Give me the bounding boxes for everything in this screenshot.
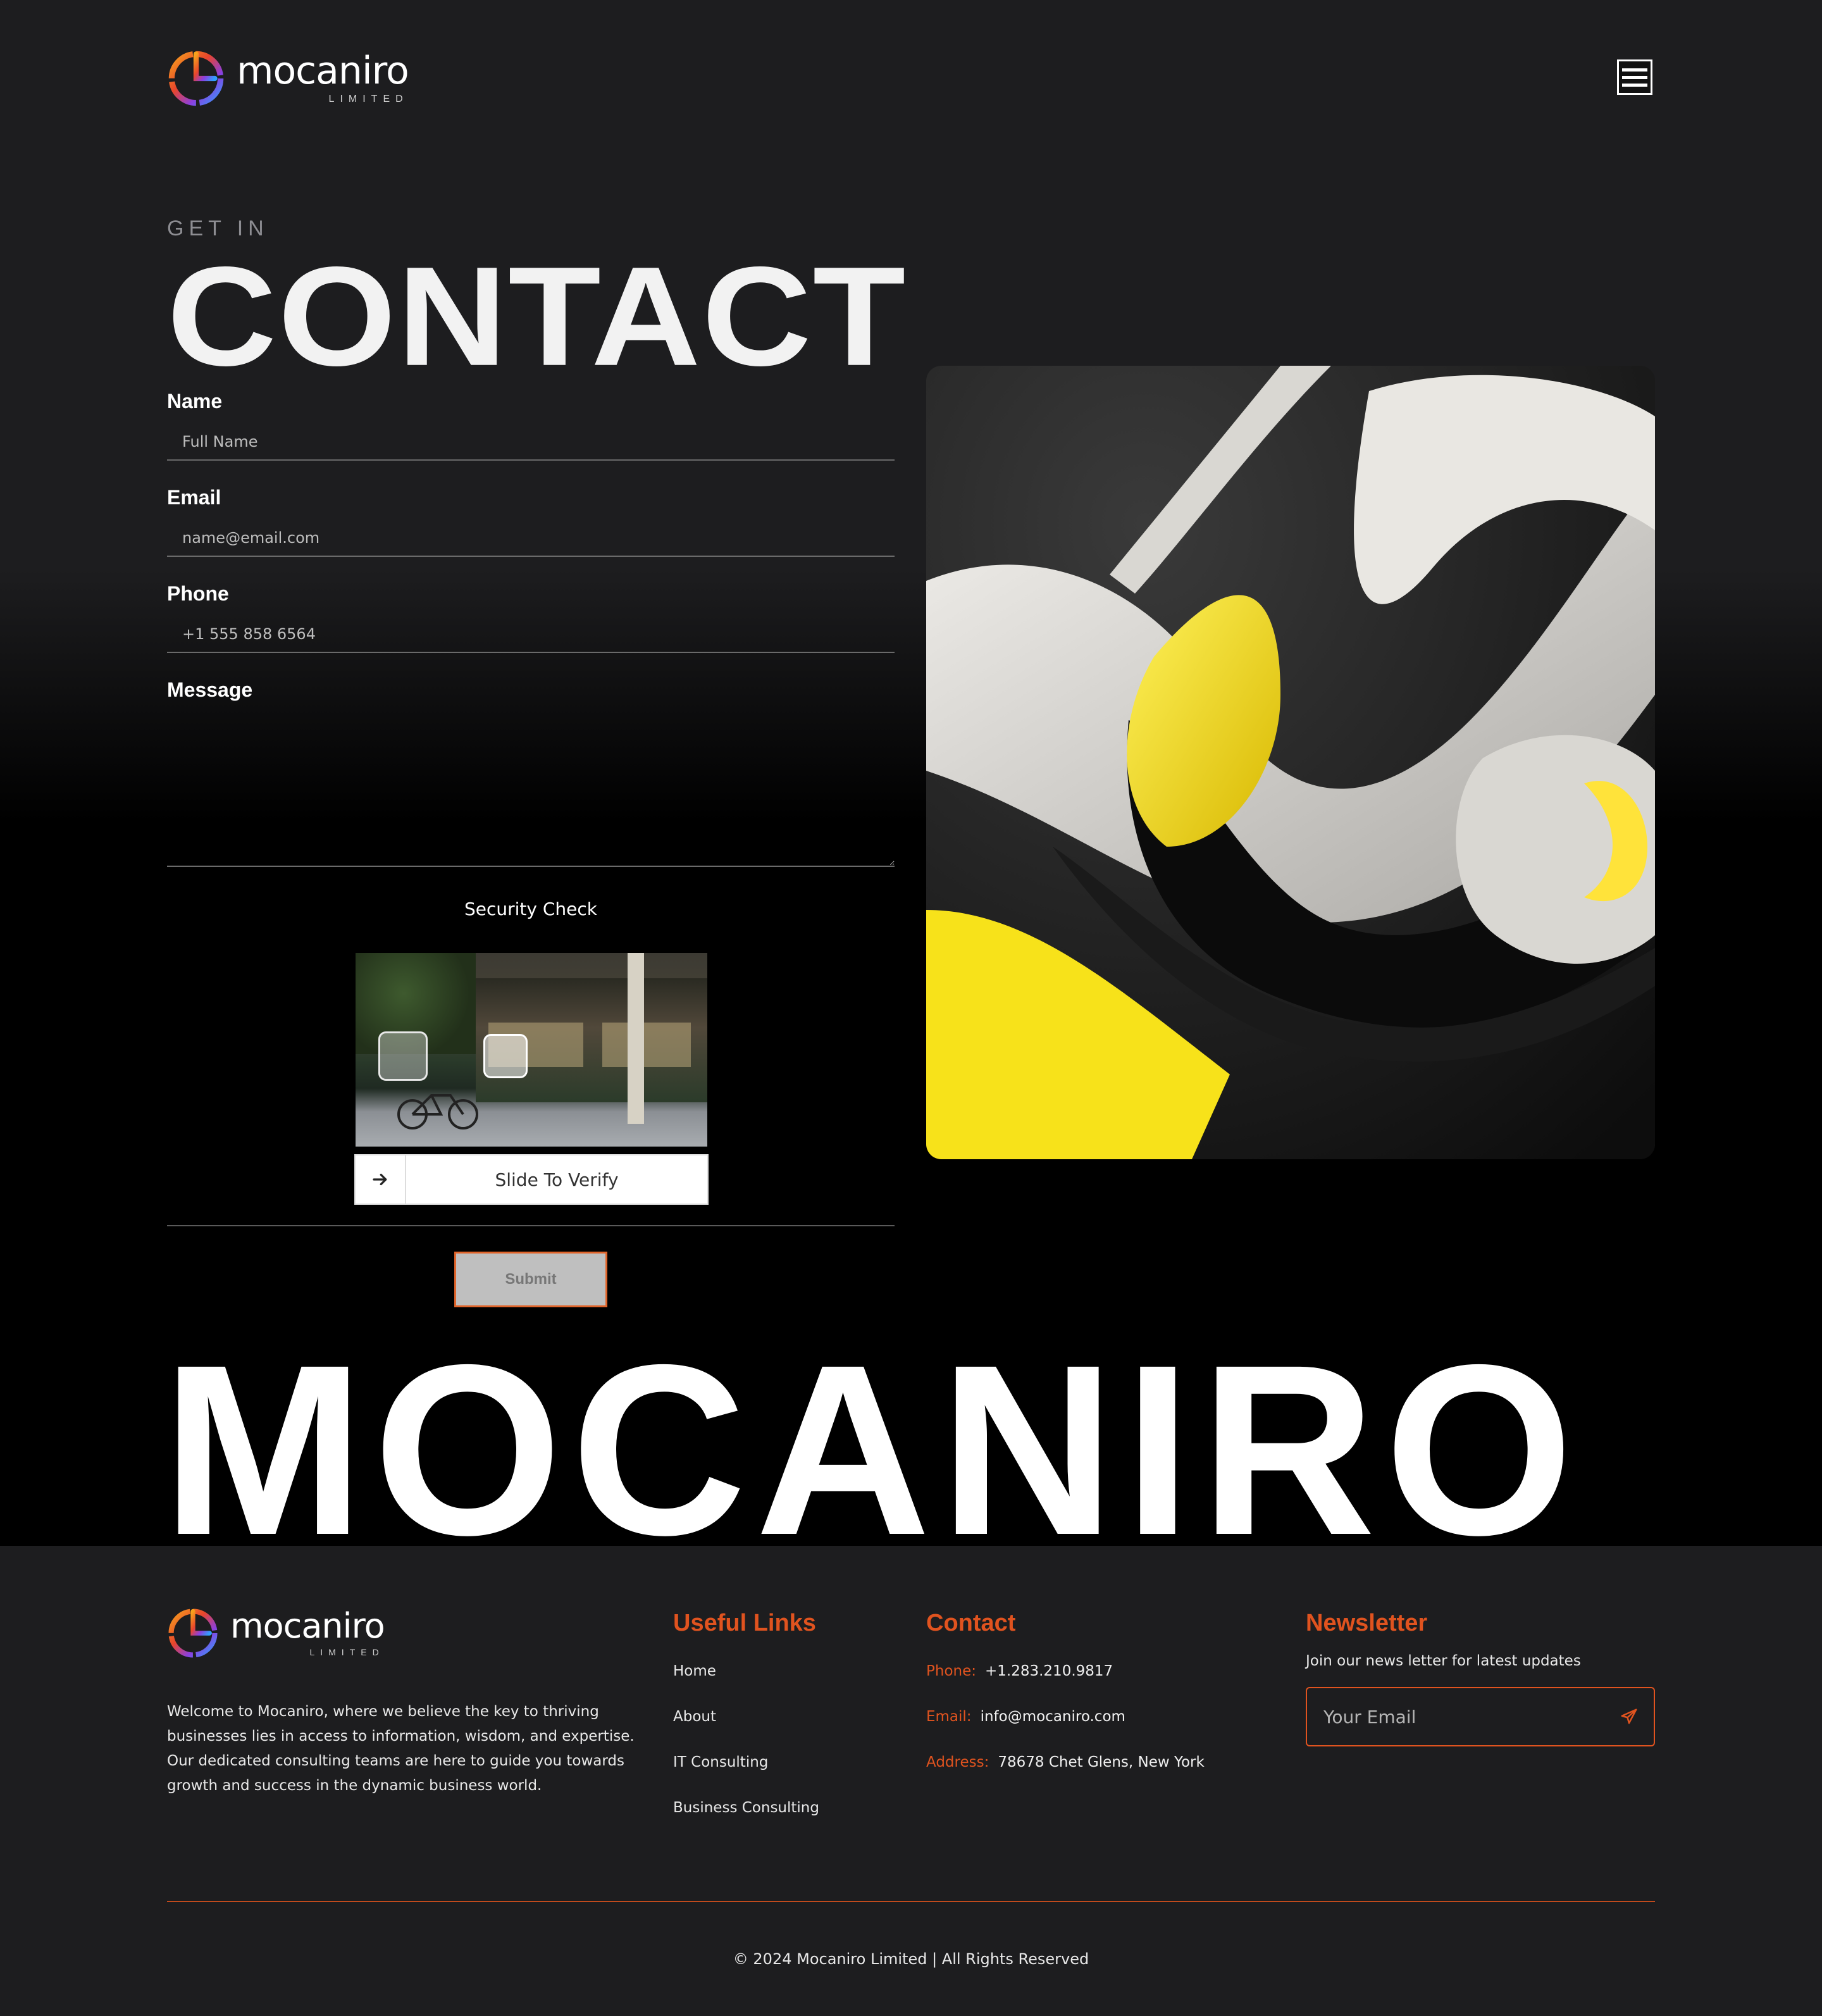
security-check-title: Security Check: [464, 899, 597, 919]
name-label: Name: [167, 390, 223, 413]
contact-phone[interactable]: Phone: +1.283.210.9817: [926, 1663, 1113, 1679]
header-logo[interactable]: mocaniro LIMITED: [167, 49, 409, 108]
email-label: Email: [167, 486, 221, 509]
name-input[interactable]: [167, 424, 895, 461]
footer-logo[interactable]: mocaniro LIMITED: [167, 1607, 385, 1659]
message-label: Message: [167, 678, 253, 701]
copyright-text: © 2024 Mocaniro Limited | All Rights Res…: [733, 1950, 1089, 1968]
puzzle-piece[interactable]: [483, 1034, 528, 1078]
footer-logo-wordmark: mocaniro: [230, 1606, 385, 1646]
hamburger-menu-icon[interactable]: [1617, 59, 1652, 95]
footer-link-it-consulting[interactable]: IT Consulting: [673, 1754, 768, 1770]
verify-slider[interactable]: Slide To Verify: [354, 1154, 709, 1205]
newsletter-heading: Newsletter: [1306, 1610, 1428, 1636]
captcha-image: [356, 953, 707, 1147]
footer-logo-subtitle: LIMITED: [309, 1647, 385, 1657]
address-key: Address:: [926, 1754, 989, 1770]
captcha-pillar: [628, 953, 644, 1124]
form-divider: [167, 1225, 895, 1226]
contact-heading: Contact: [926, 1610, 1016, 1636]
bicycle-icon: [397, 1094, 478, 1129]
contact-address: Address: 78678 Chet Glens, New York: [926, 1754, 1205, 1770]
address-value: 78678 Chet Glens, New York: [998, 1754, 1205, 1770]
newsletter-text: Join our news letter for latest updates: [1306, 1653, 1581, 1669]
logo-mark-icon: [168, 1608, 218, 1658]
logo-mark-icon: [168, 51, 224, 106]
footer-link-business-consulting[interactable]: Business Consulting: [673, 1800, 819, 1816]
slider-handle[interactable]: [356, 1155, 406, 1204]
hero-abstract-image: [926, 366, 1655, 1159]
phone-label: Phone: [167, 582, 229, 605]
abstract-sculpture-illustration: [926, 366, 1655, 1159]
send-icon[interactable]: [1620, 1707, 1639, 1726]
big-brand-wordmark: MOCANIRO: [162, 1329, 1583, 1546]
newsletter-email-input[interactable]: [1322, 1705, 1620, 1728]
submit-button[interactable]: Submit: [454, 1252, 607, 1307]
footer-about-text: Welcome to Mocaniro, where we believe th…: [167, 1703, 635, 1794]
footer-link-about[interactable]: About: [673, 1708, 716, 1725]
logo-subtitle: LIMITED: [328, 94, 409, 104]
email-key: Email:: [926, 1708, 972, 1725]
phone-input[interactable]: [167, 616, 895, 653]
phone-value: +1.283.210.9817: [985, 1663, 1113, 1679]
contact-email[interactable]: Email: info@mocaniro.com: [926, 1708, 1125, 1725]
email-input[interactable]: [167, 520, 895, 557]
footer-link-home[interactable]: Home: [673, 1663, 716, 1679]
newsletter-form: [1306, 1687, 1655, 1746]
useful-links-heading: Useful Links: [673, 1610, 816, 1636]
slider-label: Slide To Verify: [495, 1169, 619, 1190]
logo-wordmark: mocaniro: [237, 49, 409, 93]
email-value: info@mocaniro.com: [980, 1708, 1125, 1725]
arrow-right-icon: [373, 1173, 387, 1186]
message-textarea[interactable]: [167, 709, 895, 867]
phone-key: Phone:: [926, 1663, 976, 1679]
page-title: CONTACT: [167, 237, 907, 395]
puzzle-slot: [378, 1031, 428, 1081]
footer-divider: [167, 1901, 1655, 1902]
